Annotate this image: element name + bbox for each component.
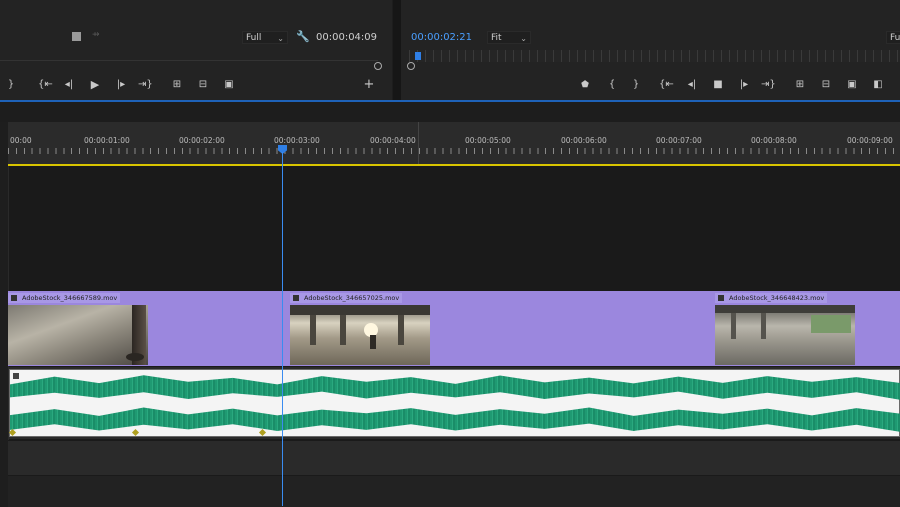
film-icon xyxy=(718,295,724,301)
export-frame-camera-icon[interactable]: ▣ xyxy=(222,78,236,92)
ruler-label: 00:00:05:00 xyxy=(465,136,511,145)
program-playhead-handle[interactable] xyxy=(415,52,421,60)
audio-clip[interactable] xyxy=(9,369,900,437)
ruler-label: 00:00:04:00 xyxy=(370,136,416,145)
extract-button[interactable]: ⊟ xyxy=(819,78,833,92)
mark-in-button[interactable]: { xyxy=(605,78,619,92)
panel-gap xyxy=(0,102,900,122)
empty-audio-track xyxy=(8,440,900,475)
step-forward-button[interactable]: |▸ xyxy=(737,78,751,92)
audio-waveform-bottom xyxy=(10,407,900,432)
lift-button[interactable]: ⊞ xyxy=(793,78,807,92)
ruler-label: 00:00:03:00 xyxy=(274,136,320,145)
source-scrub-bar[interactable] xyxy=(0,60,378,71)
program-zoom-dropdown[interactable]: Fit ⌄ xyxy=(487,31,531,44)
panel-divider xyxy=(393,0,401,100)
overwrite-button[interactable]: ⊟ xyxy=(196,78,210,92)
go-to-out-button[interactable]: ⇥} xyxy=(761,78,776,92)
wrench-icon[interactable]: 🔧 xyxy=(296,30,310,43)
video-clip-1-thumbnail[interactable] xyxy=(8,305,148,365)
ruler-separator xyxy=(418,122,419,164)
program-scrub-dot[interactable] xyxy=(407,62,415,70)
go-to-in-button[interactable]: {⇤ xyxy=(38,78,53,92)
ruler-label: 00:00:02:00 xyxy=(179,136,225,145)
step-back-button[interactable]: ◂| xyxy=(62,78,76,92)
safe-margins-icon[interactable] xyxy=(72,32,81,41)
program-scrub-bar[interactable] xyxy=(409,50,900,62)
mark-out-button[interactable]: } xyxy=(4,78,18,92)
source-quality-dropdown[interactable]: Full ⌄ xyxy=(242,31,288,44)
audio-waveform-top xyxy=(10,375,900,400)
program-quality-dropdown[interactable]: Fu xyxy=(886,31,900,44)
link-icon[interactable]: ⇸ xyxy=(92,30,100,40)
ruler-label: 00:00:07:00 xyxy=(656,136,702,145)
step-forward-button[interactable]: |▸ xyxy=(114,78,128,92)
clip-name-label[interactable]: AdobeStock_346648423.mov xyxy=(715,293,828,303)
empty-track-area xyxy=(9,167,900,291)
audio-clip-fx-icon xyxy=(13,373,19,379)
step-back-button[interactable]: ◂| xyxy=(685,78,699,92)
source-scrub-handle[interactable] xyxy=(374,62,382,70)
play-button[interactable]: ▶ xyxy=(88,78,102,92)
ruler-label: 00:00:06:00 xyxy=(561,136,607,145)
empty-audio-track xyxy=(8,475,900,507)
ruler-label: 00:00:08:00 xyxy=(751,136,797,145)
stop-button[interactable]: ■ xyxy=(711,78,725,92)
work-area-bar[interactable] xyxy=(8,164,900,166)
chevron-down-icon: ⌄ xyxy=(520,34,527,43)
program-monitor-panel: 00:00:02:21 Fit ⌄ Fu ⬟ { } {⇤ ◂| ■ |▸ ⇥} … xyxy=(401,0,900,100)
go-to-in-button[interactable]: {⇤ xyxy=(659,78,674,92)
source-monitor-panel: ⇸ Full ⌄ 🔧 00:00:04:09 } {⇤ ◂| ▶ |▸ ⇥} ⊞ … xyxy=(0,0,392,100)
add-button[interactable]: + xyxy=(362,78,376,92)
chevron-down-icon: ⌄ xyxy=(277,34,284,43)
source-timecode[interactable]: 00:00:04:09 xyxy=(316,32,377,43)
ruler-label: 00:00:09:00 xyxy=(847,136,893,145)
ruler-label: 00:00:01:00 xyxy=(84,136,130,145)
playhead-line[interactable] xyxy=(282,152,283,506)
export-frame-camera-icon[interactable]: ▣ xyxy=(845,78,859,92)
video-clip-3-thumbnail[interactable] xyxy=(715,305,855,365)
film-icon xyxy=(293,295,299,301)
program-timecode[interactable]: 00:00:02:21 xyxy=(411,32,472,43)
add-marker-button[interactable]: ⬟ xyxy=(578,78,592,92)
comparison-view-button[interactable]: ◧ xyxy=(871,78,885,92)
clip-name-label[interactable]: AdobeStock_346657025.mov xyxy=(290,293,403,303)
mark-out-button[interactable]: } xyxy=(629,78,643,92)
film-icon xyxy=(11,295,17,301)
video-clip-2-thumbnail[interactable] xyxy=(290,305,430,365)
ruler-ticks xyxy=(8,148,900,154)
clip-name-label[interactable]: AdobeStock_346667589.mov xyxy=(8,293,121,303)
insert-button[interactable]: ⊞ xyxy=(170,78,184,92)
ruler-label: 00:00 xyxy=(10,136,32,145)
go-to-out-button[interactable]: ⇥} xyxy=(138,78,153,92)
